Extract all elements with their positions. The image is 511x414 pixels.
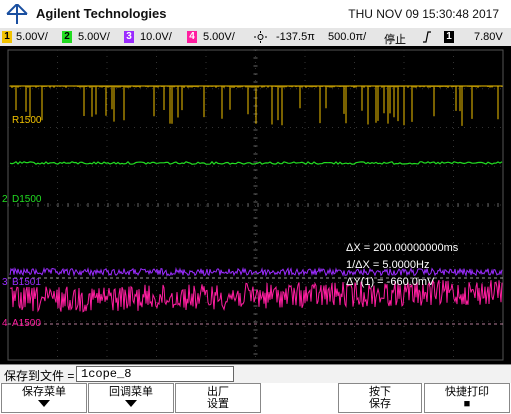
ch3-indicator[interactable]: 3 — [124, 31, 134, 43]
ch2-marker: 2 — [2, 194, 8, 205]
ch2-scale: 5.00V/ — [78, 31, 110, 43]
stop-square-icon: ■ — [463, 398, 471, 410]
ch1-scale: 5.00V/ — [16, 31, 48, 43]
delay-value: -137.5π — [276, 31, 315, 43]
measurement-delta-y: ΔY(1) = -660.0mV — [346, 276, 435, 288]
press-to-save-line1: 按下 — [369, 386, 391, 398]
waveform-svg — [7, 49, 504, 361]
brand-name: Agilent Technologies — [36, 6, 167, 21]
arrow-down-icon — [125, 400, 137, 407]
ch2-label: D1500 — [12, 194, 42, 205]
ch4-label: A1500 — [12, 318, 41, 329]
header-bar: Agilent Technologies THU NOV 09 15:30:48… — [0, 0, 511, 28]
save-to-file-bar: 保存到文件 = 1cope_8 — [0, 364, 511, 383]
ch2-indicator[interactable]: 2 — [62, 31, 72, 43]
save-to-file-label: 保存到文件 = — [4, 369, 75, 383]
measurement-inv-delta-x: 1/ΔX = 5.0000Hz — [346, 259, 430, 271]
arrow-down-icon — [38, 400, 50, 407]
press-to-save-line2: 保存 — [369, 398, 391, 410]
quick-print-button[interactable]: 快捷打印 ■ — [424, 383, 510, 413]
ch4-marker: 4 — [2, 318, 8, 329]
filename-field[interactable]: 1cope_8 — [76, 366, 234, 382]
recall-menu-label: 回调菜单 — [109, 386, 153, 398]
measurement-delta-x: ΔX = 200.00000000ms — [346, 242, 459, 254]
waveform-display[interactable]: R1500 2 D1500 3 B1501 4 A1500 ΔX = 200.0… — [0, 46, 511, 364]
sun-trigger-icon — [254, 31, 267, 43]
rising-edge-icon — [423, 31, 431, 43]
ch3-scale: 10.0V/ — [140, 31, 172, 43]
ch1-waveform — [9, 85, 503, 126]
run-state[interactable]: 停止 — [384, 31, 406, 47]
datetime: THU NOV 09 15:30:48 2017 — [348, 7, 499, 21]
trigger-level: 7.80V — [474, 31, 503, 43]
default-setup-line1: 出厂 — [207, 386, 229, 398]
default-setup-button[interactable]: 出厂 设置 — [175, 383, 261, 413]
status-bar: 1 5.00V/ 2 5.00V/ 3 10.0V/ 4 5.00V/ -137… — [0, 28, 511, 47]
quick-print-label: 快捷打印 — [445, 386, 489, 398]
recall-menu-button[interactable]: 回调菜单 — [88, 383, 174, 413]
save-menu-button[interactable]: 保存菜单 — [1, 383, 87, 413]
ch4-indicator[interactable]: 4 — [187, 31, 197, 43]
timebase-value: 500.0π/ — [328, 31, 367, 43]
agilent-logo-icon — [6, 4, 28, 24]
softkey-blank — [262, 383, 348, 413]
save-menu-label: 保存菜单 — [22, 386, 66, 398]
ch3-label: B1501 — [12, 277, 41, 288]
default-setup-line2: 设置 — [207, 398, 229, 410]
ch1-label: R1500 — [12, 115, 42, 126]
ch1-indicator[interactable]: 1 — [2, 31, 12, 43]
ch4-scale: 5.00V/ — [203, 31, 235, 43]
ch3-marker: 3 — [2, 277, 8, 288]
trigger-source: 1 — [444, 31, 454, 43]
press-to-save-button[interactable]: 按下 保存 — [338, 383, 422, 413]
